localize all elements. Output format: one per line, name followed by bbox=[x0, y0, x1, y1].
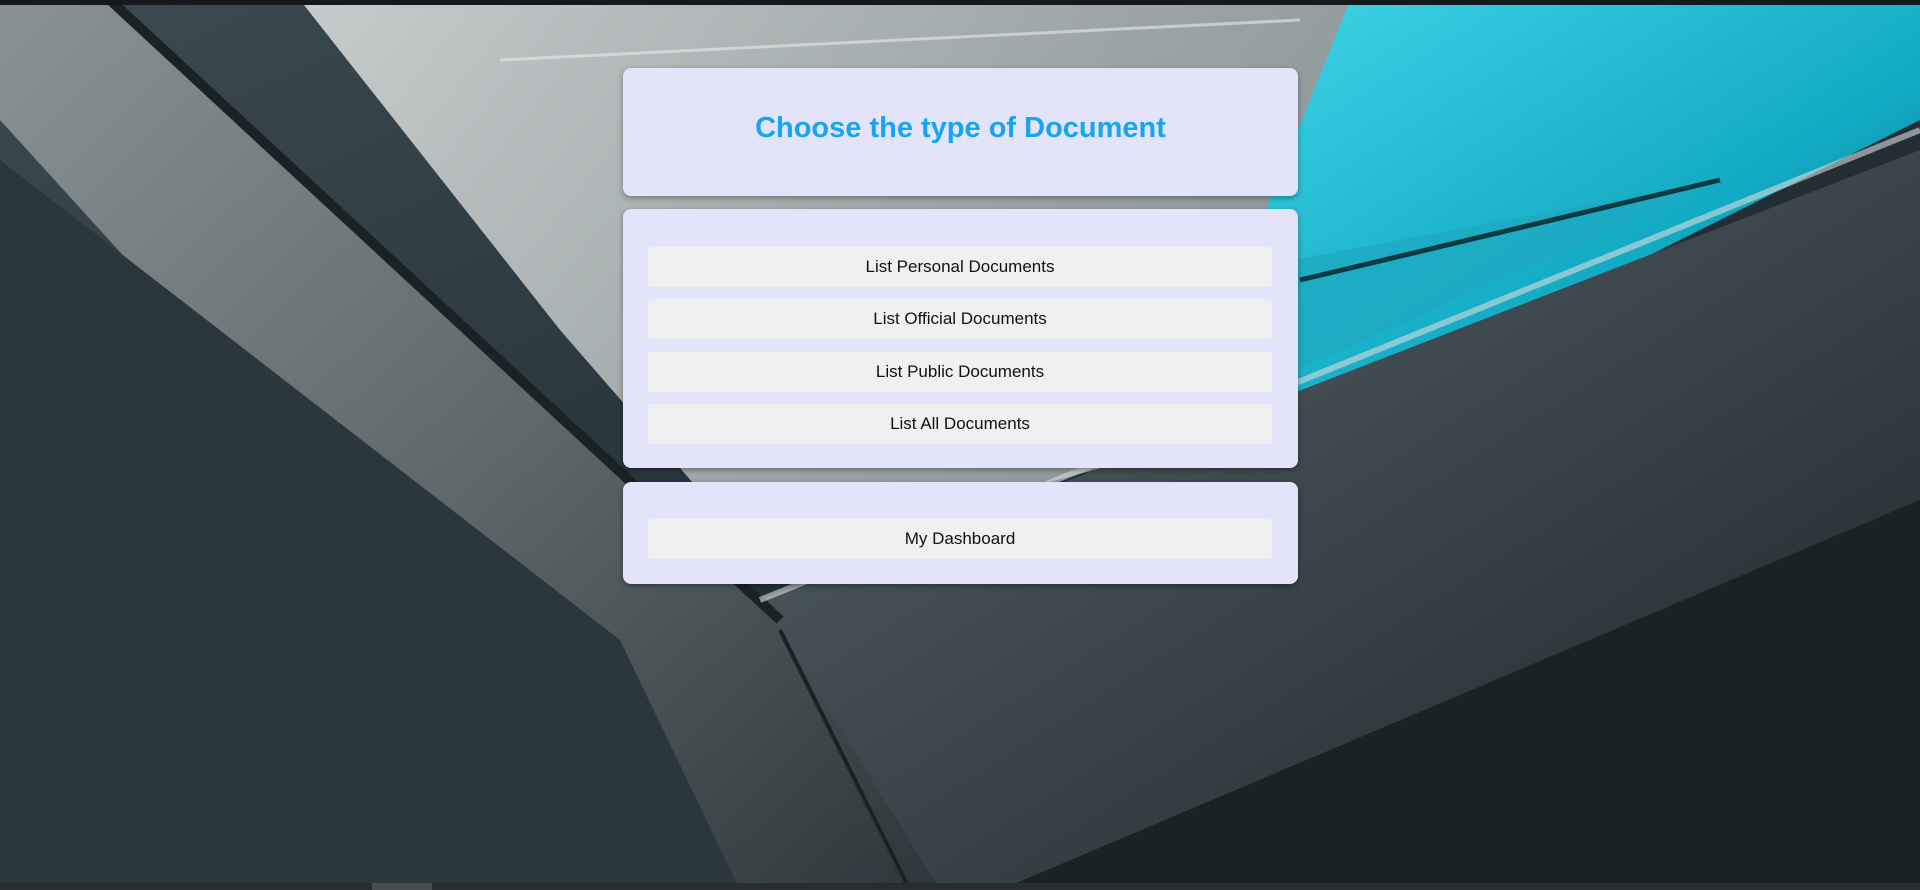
horizontal-scrollbar[interactable] bbox=[0, 883, 1920, 890]
document-type-menu: List Personal Documents List Official Do… bbox=[623, 209, 1298, 468]
top-edge-bar bbox=[0, 0, 1920, 5]
list-all-documents-button[interactable]: List All Documents bbox=[648, 404, 1272, 444]
list-official-documents-button[interactable]: List Official Documents bbox=[648, 299, 1272, 339]
my-dashboard-button[interactable]: My Dashboard bbox=[648, 519, 1272, 559]
list-personal-documents-button[interactable]: List Personal Documents bbox=[648, 247, 1272, 287]
dashboard-panel: My Dashboard bbox=[623, 482, 1298, 584]
scrollbar-thumb[interactable] bbox=[372, 883, 432, 890]
title-panel: Choose the type of Document bbox=[623, 68, 1298, 196]
list-public-documents-button[interactable]: List Public Documents bbox=[648, 352, 1272, 392]
page-title: Choose the type of Document bbox=[755, 112, 1166, 144]
